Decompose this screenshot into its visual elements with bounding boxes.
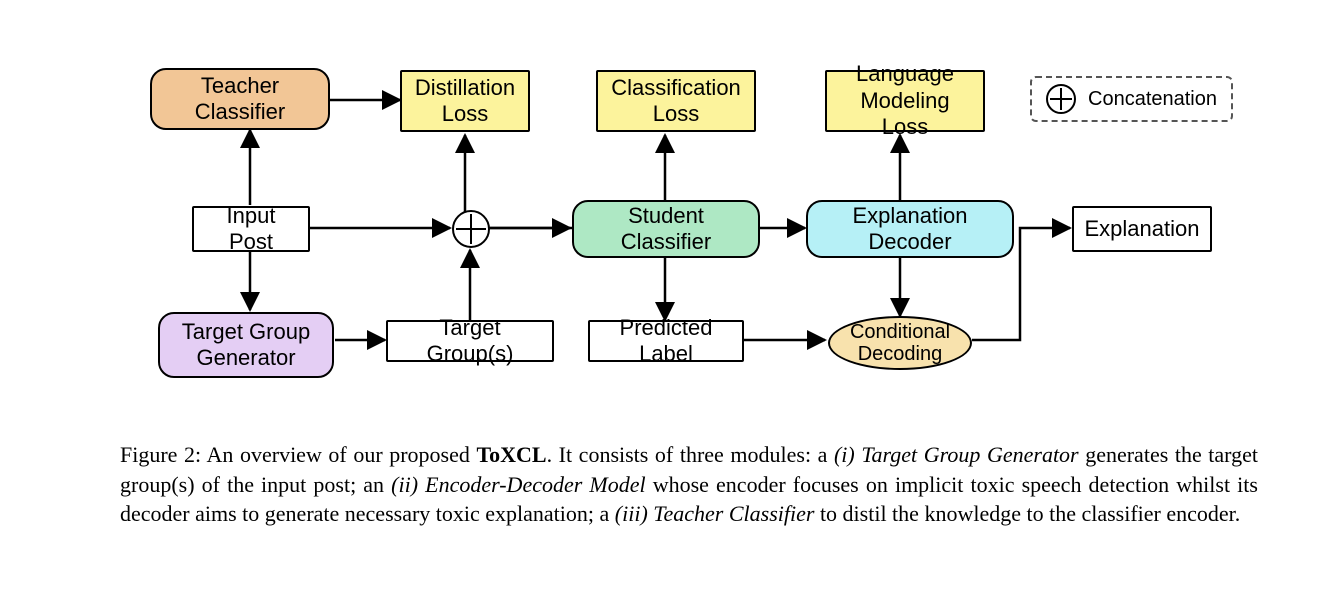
- caption-lead: An overview of our proposed: [201, 442, 476, 467]
- explanation-label: Explanation: [1085, 216, 1200, 242]
- caption-module-i: (i) Target Group Generator: [834, 442, 1079, 467]
- legend-concat-label: Concatenation: [1088, 88, 1217, 111]
- distillation-loss-label: Distillation Loss: [410, 75, 520, 128]
- classification-loss-node: Classification Loss: [596, 70, 756, 132]
- concat-icon: [1046, 84, 1076, 114]
- caption-model-name: ToXCL: [476, 442, 546, 467]
- caption-after-model: . It consists of three modules: a: [547, 442, 834, 467]
- classification-loss-label: Classification Loss: [606, 75, 746, 128]
- target-groups-node: Target Group(s): [386, 320, 554, 362]
- target-group-generator-label: Target Group Generator: [168, 319, 324, 372]
- distillation-loss-node: Distillation Loss: [400, 70, 530, 132]
- input-post-label: Input Post: [202, 203, 300, 256]
- caption-prefix: Figure 2:: [120, 442, 201, 467]
- caption-module-ii: (ii) Encoder-Decoder Model: [391, 472, 645, 497]
- diagram-canvas: Teacher Classifier Distillation Loss Cla…: [0, 0, 1338, 608]
- lm-loss-label: Language Modeling Loss: [835, 61, 975, 140]
- input-post-node: Input Post: [192, 206, 310, 252]
- teacher-classifier-node: Teacher Classifier: [150, 68, 330, 130]
- caption-iii-text: to distil the knowledge to the classifie…: [814, 501, 1240, 526]
- student-classifier-label: Student Classifier: [582, 203, 750, 256]
- explanation-node: Explanation: [1072, 206, 1212, 252]
- target-groups-label: Target Group(s): [396, 315, 544, 368]
- conditional-decoding-node: Conditional Decoding: [828, 316, 972, 370]
- target-group-generator-node: Target Group Generator: [158, 312, 334, 378]
- legend-concatenation: Concatenation: [1030, 76, 1233, 122]
- predicted-label-label: Predicted Label: [598, 315, 734, 368]
- conditional-decoding-label: Conditional Decoding: [830, 321, 970, 365]
- caption-module-iii: (iii) Teacher Classifier: [615, 501, 815, 526]
- teacher-classifier-label: Teacher Classifier: [160, 73, 320, 126]
- explanation-decoder-label: Explanation Decoder: [816, 203, 1004, 256]
- explanation-decoder-node: Explanation Decoder: [806, 200, 1014, 258]
- concat-node: [452, 210, 490, 248]
- student-classifier-node: Student Classifier: [572, 200, 760, 258]
- figure-caption: Figure 2: An overview of our proposed To…: [120, 440, 1258, 529]
- lm-loss-node: Language Modeling Loss: [825, 70, 985, 132]
- predicted-label-node: Predicted Label: [588, 320, 744, 362]
